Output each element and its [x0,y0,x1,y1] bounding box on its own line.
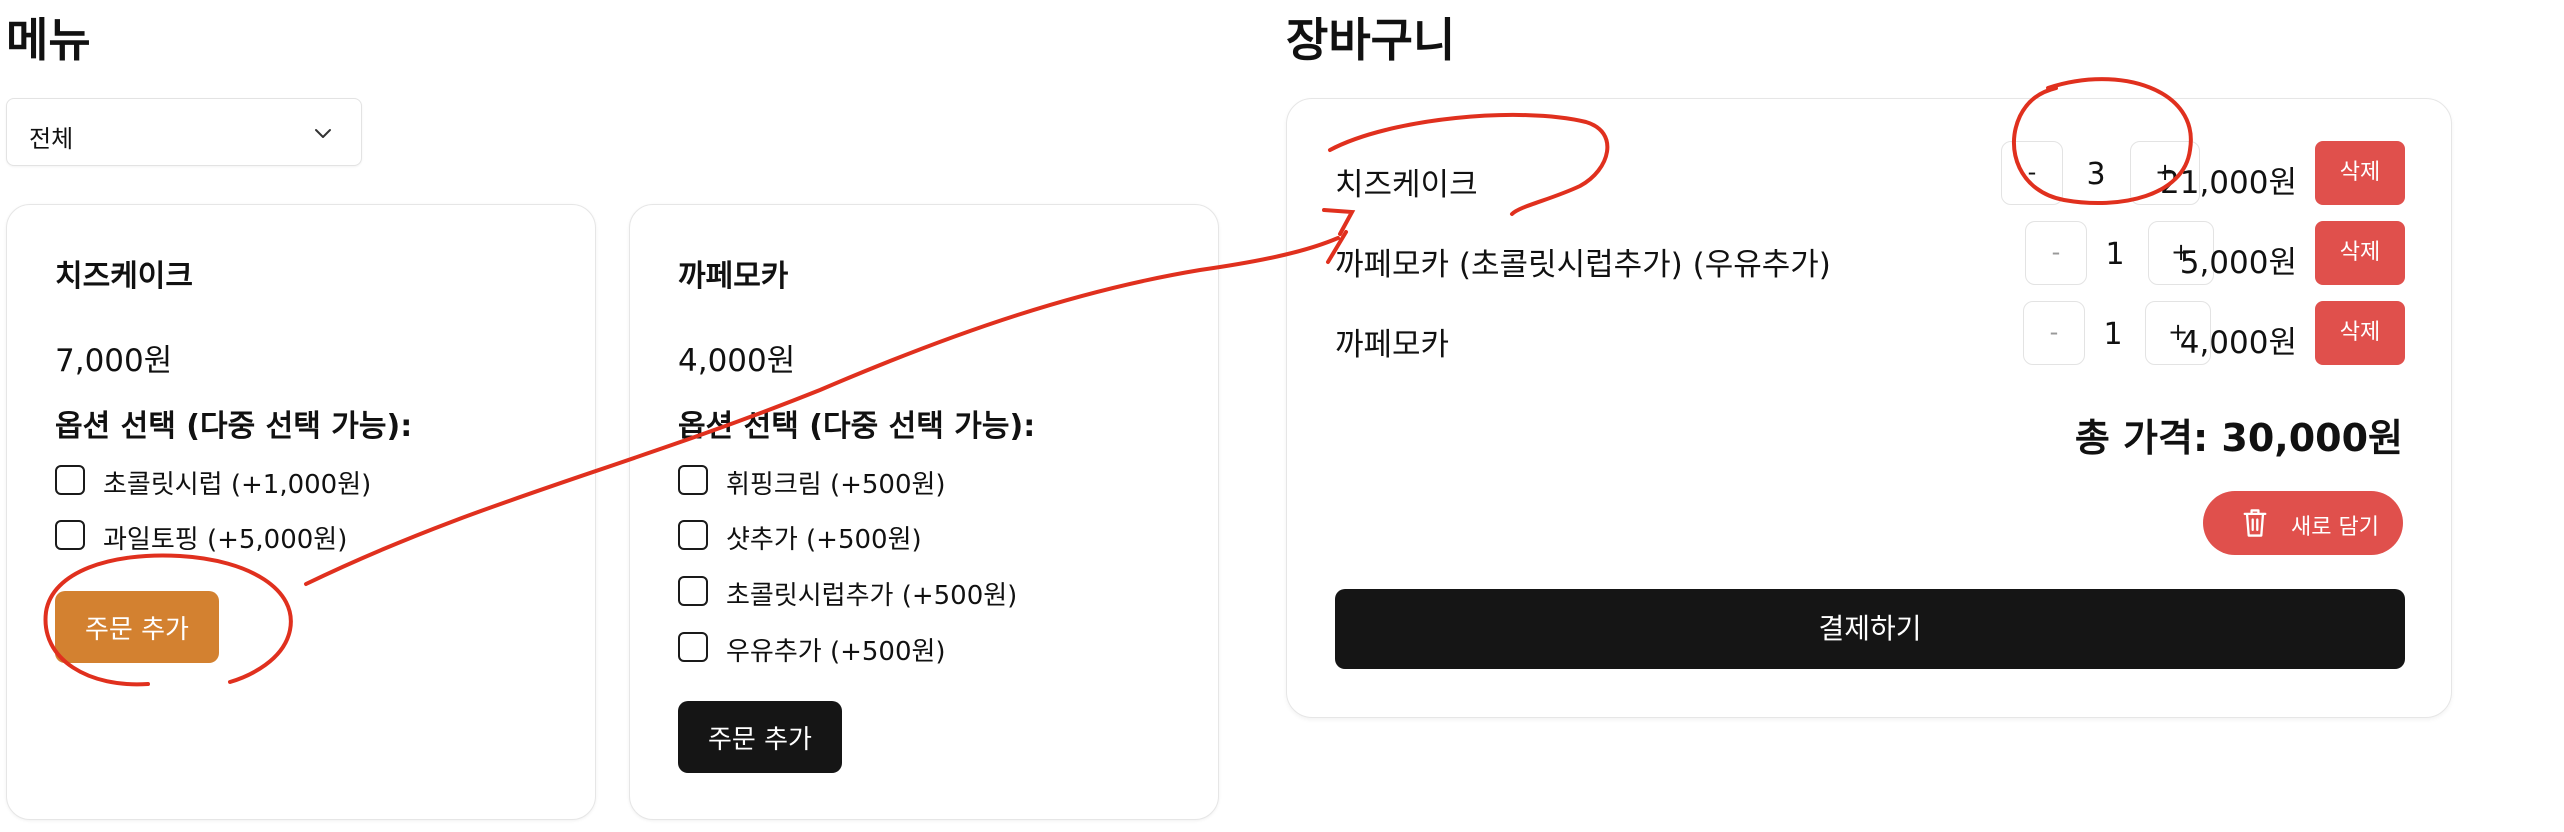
cart-item-price: 5,000원 [2179,245,2297,281]
checkbox-box[interactable] [678,465,708,495]
menu-card-cheesecake: 치즈케이크 7,000원 옵션 선택 (다중 선택 가능): 초콜릿시럽 (+1… [6,204,596,820]
cart-item-name: 까페모카 (초콜릿시럽추가) (우유추가) [1335,247,1831,283]
cart-panel: 치즈케이크 - 3 + 21,000원 삭제 까페모카 (초콜릿시럽추가) (우… [1286,98,2452,718]
item-quantity: 3 [2086,157,2106,192]
checkbox-box[interactable] [678,632,708,662]
options-label: 옵션 선택 (다중 선택 가능): [678,409,1036,444]
option-label: 우유추가 (+500원) [726,637,946,667]
cart-row: 까페모카 (초콜릿시럽추가) (우유추가) - 1 + 5,000원 삭제 [1335,221,2405,291]
category-select[interactable]: 전체 [6,98,362,166]
cart-item-price: 21,000원 [2160,165,2297,201]
option-label: 초콜릿시럽 (+1,000원) [103,470,372,500]
decrease-qty-button[interactable]: - [2025,221,2087,285]
checkbox-box[interactable] [678,520,708,550]
cart-title: 장바구니 [1286,13,1456,67]
cart-row: 까페모카 - 1 + 4,000원 삭제 [1335,301,2405,371]
cart-item-name: 치즈케이크 [1335,167,1478,203]
checkbox-box[interactable] [55,465,85,495]
cart-row: 치즈케이크 - 3 + 21,000원 삭제 [1335,141,2405,211]
reset-cart-label: 새로 담기 [2291,515,2379,540]
checkout-button[interactable]: 결제하기 [1335,589,2405,669]
cart-item-name: 까페모카 [1335,327,1450,363]
option-label: 초콜릿시럽추가 (+500원) [726,581,1018,611]
category-select-value: 전체 [29,125,74,153]
cart-total: 총 가격: 30,000원 [2074,416,2403,460]
delete-item-button[interactable]: 삭제 [2315,221,2405,285]
menu-title: 메뉴 [6,13,91,67]
option-label: 과일토핑 (+5,000원) [103,525,348,555]
delete-item-button[interactable]: 삭제 [2315,301,2405,365]
options-label: 옵션 선택 (다중 선택 가능): [55,409,413,444]
item-quantity: 1 [2103,317,2123,352]
menu-item-price: 4,000원 [678,343,796,379]
checkbox-box[interactable] [678,576,708,606]
delete-item-button[interactable]: 삭제 [2315,141,2405,205]
menu-item-name: 치즈케이크 [55,259,193,294]
item-quantity: 1 [2105,237,2125,272]
decrease-qty-button[interactable]: - [2023,301,2085,365]
trash-icon [2243,509,2267,537]
reset-cart-button[interactable]: 새로 담기 [2203,491,2403,555]
menu-item-price: 7,000원 [55,343,173,379]
decrease-qty-button[interactable]: - [2001,141,2063,205]
chevron-down-icon [315,129,331,138]
checkbox-box[interactable] [55,520,85,550]
menu-card-cafe-mocha: 까페모카 4,000원 옵션 선택 (다중 선택 가능): 휘핑크림 (+500… [629,204,1219,820]
cart-item-price: 4,000원 [2179,325,2297,361]
option-label: 샷추가 (+500원) [726,525,922,555]
add-order-button[interactable]: 주문 추가 [55,591,219,663]
add-order-button[interactable]: 주문 추가 [678,701,842,773]
option-label: 휘핑크림 (+500원) [726,470,946,500]
menu-item-name: 까페모카 [678,259,789,294]
